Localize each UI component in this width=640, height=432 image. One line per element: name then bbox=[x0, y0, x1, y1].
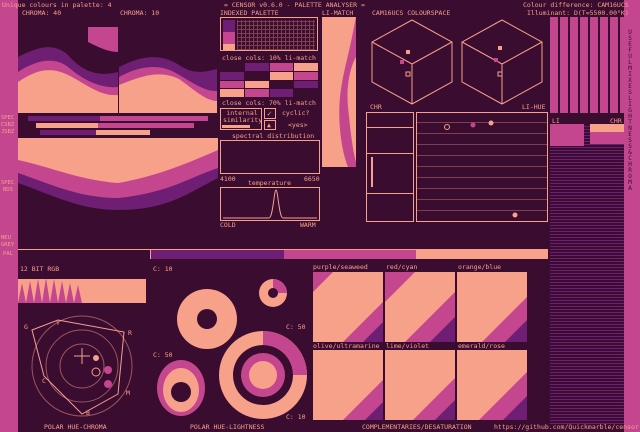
side-right-label: USEFUL MIXES LIGHTNESS & CHROMA bbox=[628, 29, 632, 192]
left-edge-bar bbox=[0, 0, 18, 432]
chr-plot bbox=[366, 112, 414, 222]
similarity-meter bbox=[222, 125, 250, 128]
spec-bar-1b bbox=[100, 116, 208, 121]
cam16ucs-cube-2 bbox=[458, 18, 546, 106]
spec2-label: SPEC bbox=[1, 180, 15, 186]
illuminant-text: Illuminant: D(T=5500.00°K) bbox=[527, 9, 629, 17]
triangle-box[interactable]: ▲ bbox=[264, 120, 276, 130]
pal-strip bbox=[18, 249, 548, 259]
hue-label-c: C bbox=[42, 377, 46, 385]
complement-lime-violet bbox=[385, 350, 455, 420]
indexed-palette-label: INDEXED PALETTE bbox=[220, 9, 279, 17]
close-cols-1-grid bbox=[220, 63, 318, 97]
complement-red-cyan bbox=[385, 272, 455, 342]
complement-olive-ultramarine bbox=[313, 350, 383, 420]
polar-hue-chroma-label: POLAR HUE-CHROMA bbox=[44, 423, 107, 431]
csbz-label: CSBZ bbox=[1, 122, 15, 128]
cold-label: COLD bbox=[220, 221, 236, 229]
spec-bar-3b bbox=[96, 130, 150, 135]
spectral-distribution-label: spectral distribution bbox=[232, 132, 315, 140]
check-icon: ✓ bbox=[267, 109, 272, 118]
cyclic-label: cyclic? bbox=[282, 109, 310, 117]
cam16ucs-cube-1 bbox=[368, 18, 456, 106]
hue-lightness-disc-large bbox=[218, 330, 308, 420]
app-title: = CENSOR v0.6.0 - PALETTE ANALYSER = bbox=[224, 1, 365, 9]
orange-blue-label: orange/blue bbox=[458, 263, 502, 271]
spec-bar-3 bbox=[40, 130, 96, 135]
unique-colours-text: Unique colours in palette: 4 bbox=[2, 1, 112, 9]
polar-hue-lightness-label: POLAR HUE-LIGHTNESS bbox=[190, 423, 265, 431]
spec-bar-2b bbox=[98, 123, 194, 128]
polar-hue-chroma-plot: G Y R C M B bbox=[24, 310, 138, 422]
c10-a-label: C: 10 bbox=[153, 265, 173, 273]
complement-emerald-rose bbox=[457, 350, 527, 420]
complement-orange-blue bbox=[457, 272, 527, 342]
li-match-plot bbox=[322, 17, 356, 167]
cam16ucs-label: CAM16UCS COLOURSPACE bbox=[372, 9, 451, 17]
yes-label: <yes> bbox=[288, 121, 308, 129]
spectral-bands-plot bbox=[18, 138, 218, 210]
internal-similarity-label: internal similarity bbox=[223, 109, 263, 124]
li-hue-plot bbox=[416, 112, 548, 222]
chroma-40-label: CHROMA: 40 bbox=[22, 9, 62, 17]
nm-end: 6650 bbox=[304, 175, 320, 183]
complement-purple-seaweed bbox=[313, 272, 383, 342]
purple-seaweed-label: purple/seaweed bbox=[313, 263, 368, 271]
hue-lightness-disc-c50 bbox=[156, 358, 206, 418]
spectral-distribution-plot bbox=[220, 140, 320, 174]
complementaries-label: COMPLEMENTARIES/DESATURATION bbox=[362, 423, 472, 431]
hue-label-g: G bbox=[24, 323, 28, 331]
bit-rgb-label: 12 BIT RGB bbox=[20, 265, 60, 273]
grey-label: GREY bbox=[1, 242, 15, 248]
useful-mixes-grid bbox=[550, 17, 624, 113]
chroma-10-plot bbox=[119, 17, 217, 113]
lime-violet-label: lime/violet bbox=[386, 342, 430, 350]
close-cols-2-label: close cols: 70% li-match bbox=[222, 99, 316, 107]
bit-rgb-plot bbox=[18, 273, 146, 303]
chroma-40-plot bbox=[18, 17, 118, 113]
neu-label: NEU bbox=[1, 235, 11, 241]
hue-label-b: B bbox=[86, 409, 90, 417]
bds-label: BDS bbox=[3, 187, 13, 193]
nm-start: 4100 bbox=[220, 175, 236, 183]
jsbz-label: JSBZ bbox=[1, 129, 15, 135]
hue-label-r: R bbox=[128, 329, 132, 337]
github-link[interactable]: https://github.com/Quickmarble/censor bbox=[494, 424, 639, 431]
hue-lightness-disc-small bbox=[258, 278, 288, 308]
chr-label: CHR bbox=[370, 103, 382, 111]
spec-label: SPEC bbox=[1, 115, 15, 121]
hue-label-m: M bbox=[126, 389, 130, 397]
temperature-label: temperature bbox=[248, 179, 292, 187]
indexed-palette-grid bbox=[220, 17, 318, 51]
chroma-10-label: CHROMA: 10 bbox=[120, 9, 160, 17]
close-cols-1-label: close cols: 10% li-match bbox=[222, 54, 316, 62]
colour-difference-text: Colour difference: CAM16UCS bbox=[523, 1, 629, 9]
red-cyan-label: red/cyan bbox=[386, 263, 418, 271]
pal-label: PAL bbox=[3, 251, 13, 257]
spec-bar-1 bbox=[28, 116, 100, 121]
warm-label: WARM bbox=[300, 221, 316, 229]
spec-bar-2 bbox=[36, 123, 98, 128]
olive-ultramarine-label: olive/ultramarine bbox=[313, 342, 380, 350]
emerald-rose-label: emerald/rose bbox=[458, 342, 505, 350]
cyclic-checkbox[interactable]: ✓ bbox=[264, 108, 276, 119]
c10-b-label: C: 10 bbox=[286, 413, 306, 421]
li-match-label: LI-MATCH bbox=[322, 9, 354, 17]
lightness-chroma-strips bbox=[550, 124, 624, 424]
li-hue-label: LI-HUE bbox=[522, 103, 546, 111]
temperature-plot bbox=[220, 187, 320, 221]
hue-label-y: Y bbox=[56, 319, 60, 327]
triangle-up-icon: ▲ bbox=[267, 121, 271, 129]
